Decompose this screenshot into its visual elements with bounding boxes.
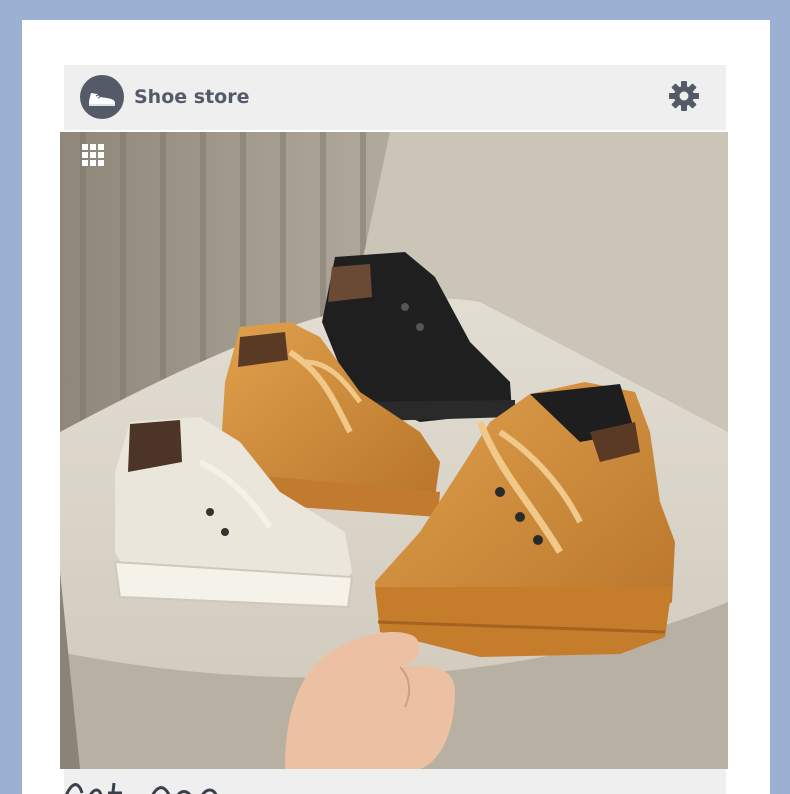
sneaker-icon[interactable] bbox=[80, 75, 124, 119]
gear-icon[interactable] bbox=[668, 80, 700, 112]
decorative-script bbox=[60, 772, 260, 794]
store-title: Shoe store bbox=[134, 86, 250, 108]
app-header: Shoe store bbox=[64, 65, 726, 130]
grid-icon[interactable] bbox=[80, 142, 106, 168]
product-photo[interactable] bbox=[60, 132, 728, 769]
content-card: Shoe store bbox=[22, 20, 770, 794]
